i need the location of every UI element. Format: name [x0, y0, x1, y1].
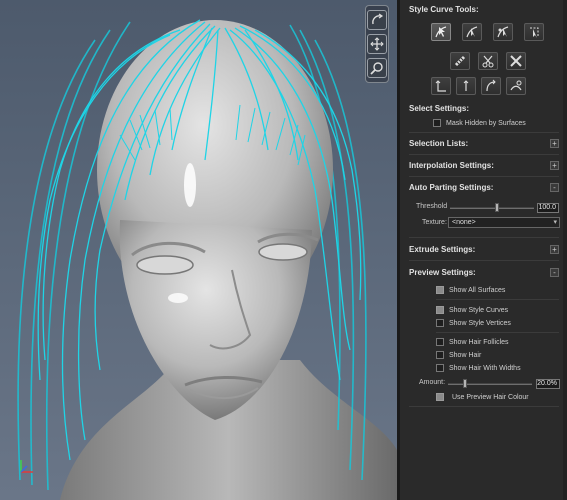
texture-label: Texture: [422, 219, 447, 226]
rotate-view-icon[interactable] [367, 10, 387, 30]
lengthen-icon[interactable] [456, 77, 476, 95]
mask-hidden-label: Mask Hidden by Surfaces [446, 119, 526, 127]
scissors-icon[interactable] [478, 52, 498, 70]
select-settings-title: Select Settings: [409, 104, 470, 113]
divider [409, 406, 559, 407]
mask-hidden-checkbox[interactable]: Mask Hidden by Surfaces [433, 119, 526, 127]
mask-hidden-box[interactable] [433, 119, 441, 127]
divider [436, 299, 559, 300]
3d-viewport[interactable] [0, 0, 397, 500]
threshold-value-field[interactable]: 100.0 [537, 203, 559, 213]
show-hair-box[interactable] [436, 351, 444, 359]
panel-scroll-edge[interactable] [563, 0, 567, 500]
show-all-surfaces-label: Show All Surfaces [449, 286, 506, 294]
show-hair-follicles-box[interactable] [436, 338, 444, 346]
show-style-curves-box[interactable] [436, 306, 444, 314]
texture-dropdown[interactable]: <none> ▾ [448, 217, 560, 228]
selection-lists-title: Selection Lists: [409, 139, 469, 148]
extrude-settings-title: Extrude Settings: [409, 245, 476, 254]
amount-label: Amount: [419, 379, 446, 386]
show-hair-label: Show Hair [449, 351, 482, 359]
show-hair-with-widths-label: Show Hair With Widths [449, 364, 521, 372]
divider [409, 176, 559, 177]
curve-move-icon[interactable] [493, 23, 513, 41]
curve-lasso-icon[interactable] [524, 23, 544, 41]
viewport-navigation-toolbar [365, 5, 389, 83]
frizz-icon[interactable] [506, 77, 526, 95]
bend-icon[interactable] [481, 77, 501, 95]
hair-model-render[interactable] [0, 0, 397, 500]
show-hair-follicles-label: Show Hair Follicles [449, 338, 509, 346]
interpolation-settings-title: Interpolation Settings: [409, 161, 494, 170]
cross-tools-icon[interactable] [506, 52, 526, 70]
threshold-slider[interactable] [450, 207, 534, 209]
texture-dropdown-value: <none> [452, 219, 476, 226]
amount-slider-handle[interactable] [462, 379, 467, 388]
style-curve-tools-title: Style Curve Tools: [409, 5, 479, 14]
show-hair-follicles-checkbox[interactable]: Show Hair Follicles [436, 338, 509, 346]
use-preview-hair-colour-label: Use Preview Hair Colour [452, 393, 529, 401]
show-hair-with-widths-box[interactable] [436, 364, 444, 372]
threshold-label: Threshold [416, 203, 448, 210]
use-preview-hair-colour-checkbox[interactable]: Use Preview Hair Colour [436, 393, 529, 401]
hair-style-panel: Style Curve Tools: Select Settings: Mask… [397, 0, 567, 500]
show-hair-with-widths-checkbox[interactable]: Show Hair With Widths [436, 364, 521, 372]
selection-lists-expand-button[interactable]: + [550, 139, 559, 148]
auto-parting-collapse-button[interactable]: - [550, 183, 559, 192]
show-style-vertices-label: Show Style Vertices [449, 319, 511, 327]
curve-select-icon[interactable] [431, 23, 451, 41]
amount-value-field[interactable]: 20.0% [536, 379, 560, 389]
divider [409, 260, 559, 261]
divider [409, 237, 559, 238]
comb-icon[interactable] [450, 52, 470, 70]
show-style-curves-checkbox[interactable]: Show Style Curves [436, 306, 508, 314]
show-hair-checkbox[interactable]: Show Hair [436, 351, 481, 359]
pan-view-icon[interactable] [367, 34, 387, 54]
amount-slider[interactable] [448, 383, 532, 385]
divider [436, 332, 559, 333]
use-preview-hair-colour-box[interactable] [436, 393, 444, 401]
divider [409, 154, 559, 155]
show-style-curves-label: Show Style Curves [449, 306, 509, 314]
zoom-view-icon[interactable] [367, 58, 387, 78]
show-style-vertices-checkbox[interactable]: Show Style Vertices [436, 319, 511, 327]
preview-settings-collapse-button[interactable]: - [550, 268, 559, 277]
chevron-down-icon: ▾ [553, 219, 557, 226]
show-all-surfaces-checkbox[interactable]: Show All Surfaces [436, 286, 505, 294]
extrude-settings-expand-button[interactable]: + [550, 245, 559, 254]
straighten-icon[interactable] [431, 77, 451, 95]
preview-settings-title: Preview Settings: [409, 268, 476, 277]
threshold-slider-handle[interactable] [495, 203, 500, 212]
show-all-surfaces-box[interactable] [436, 286, 444, 294]
interpolation-settings-expand-button[interactable]: + [550, 161, 559, 170]
divider [409, 132, 559, 133]
curve-brush-icon[interactable] [462, 23, 482, 41]
show-style-vertices-box[interactable] [436, 319, 444, 327]
axis-gizmo-icon [20, 460, 33, 473]
auto-parting-settings-title: Auto Parting Settings: [409, 183, 494, 192]
